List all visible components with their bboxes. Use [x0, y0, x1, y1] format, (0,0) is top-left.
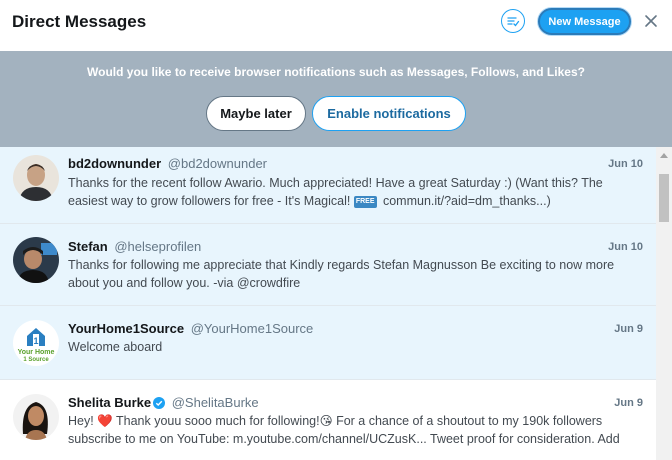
- new-message-button[interactable]: New Message: [538, 8, 631, 35]
- sender-name: bd2downunder: [68, 156, 162, 171]
- avatar: 1 Your Home 1 Source: [13, 320, 59, 366]
- avatar-logo-text: Your Home: [18, 349, 55, 356]
- conversation-item[interactable]: 1 Your Home 1 Source YourHome1Source @Yo…: [0, 306, 656, 380]
- sender-name: Shelita Burke: [68, 395, 152, 410]
- scroll-thumb[interactable]: [659, 174, 669, 222]
- close-icon[interactable]: [644, 14, 658, 28]
- conversation-item[interactable]: Stefan @helseprofilen Jun 10 Thanks for …: [0, 224, 656, 306]
- message-date: Jun 10: [608, 158, 643, 170]
- conversation-name-line: Stefan @helseprofilen: [68, 239, 201, 254]
- maybe-later-button[interactable]: Maybe later: [206, 96, 306, 131]
- conversation-item[interactable]: Shelita Burke @ShelitaBurke Jun 9 Hey! ❤…: [0, 380, 656, 460]
- banner-text: Would you like to receive browser notifi…: [87, 65, 585, 79]
- message-preview: Welcome aboard: [68, 340, 163, 354]
- message-link-text: commun.it/?aid=dm_thanks...): [379, 194, 551, 208]
- avatar: [13, 237, 59, 283]
- svg-text:1: 1: [33, 336, 38, 346]
- sender-handle: @bd2downunder: [167, 156, 268, 171]
- conversation-name-line: Shelita Burke @ShelitaBurke: [68, 395, 259, 410]
- avatar: [13, 394, 59, 440]
- message-preview: Hey! ❤️ Thank youu sooo much for followi…: [68, 414, 620, 446]
- conversation-item[interactable]: bd2downunder @bd2downunder Jun 10 Thanks…: [0, 147, 656, 224]
- enable-notifications-button[interactable]: Enable notifications: [312, 96, 466, 131]
- conversation-name-line: YourHome1Source @YourHome1Source: [68, 321, 313, 336]
- scroll-up-arrow-icon[interactable]: [660, 153, 668, 158]
- notification-banner: Would you like to receive browser notifi…: [0, 51, 672, 147]
- conversation-list: bd2downunder @bd2downunder Jun 10 Thanks…: [0, 147, 656, 460]
- verified-badge-icon: [153, 397, 166, 409]
- scrollbar[interactable]: [656, 147, 672, 460]
- svg-text:1 Source: 1 Source: [23, 357, 49, 363]
- message-date: Jun 9: [614, 397, 643, 409]
- message-date: Jun 9: [614, 323, 643, 335]
- mark-all-read-icon[interactable]: [501, 9, 525, 33]
- conversation-name-line: bd2downunder @bd2downunder: [68, 156, 267, 171]
- message-preview: Thanks for following me appreciate that …: [68, 258, 615, 290]
- message-date: Jun 10: [608, 241, 643, 253]
- sender-name: YourHome1Source: [68, 321, 185, 336]
- message-preview: Thanks for the recent follow Awario. Muc…: [68, 174, 643, 210]
- sender-handle: @ShelitaBurke: [171, 395, 259, 410]
- free-badge-icon: FREE: [353, 195, 377, 208]
- sender-name: Stefan: [68, 239, 108, 254]
- dm-header: Direct Messages New Message: [0, 0, 672, 44]
- avatar: [13, 155, 59, 201]
- sender-handle: @helseprofilen: [114, 239, 202, 254]
- sender-handle: @YourHome1Source: [190, 321, 314, 336]
- page-title: Direct Messages: [12, 12, 147, 31]
